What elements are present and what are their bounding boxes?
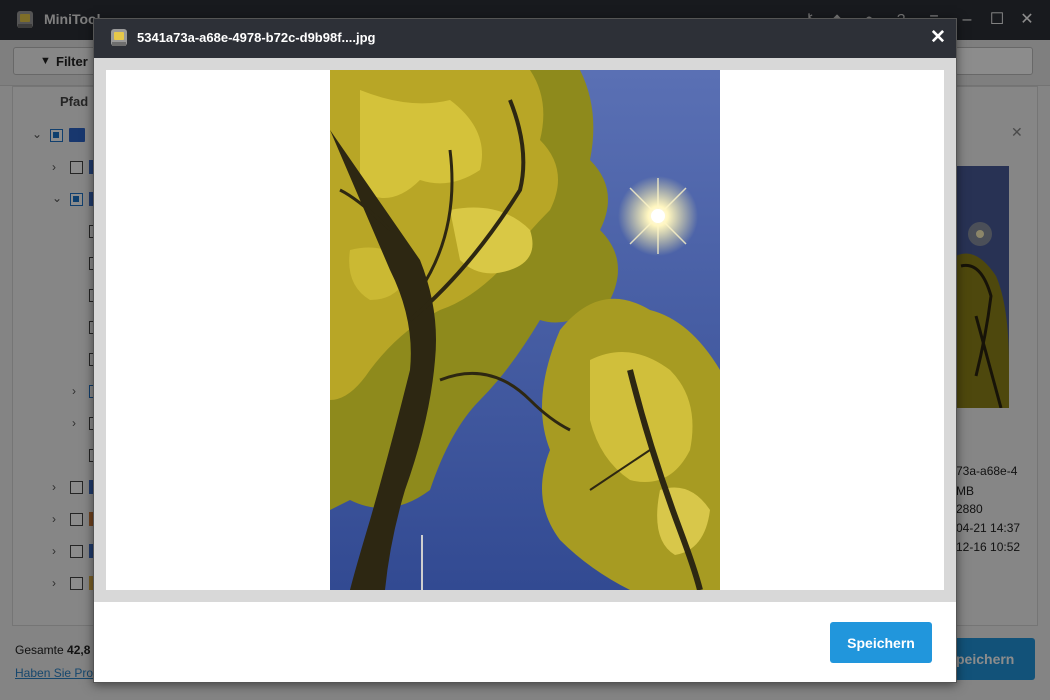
preview-image xyxy=(330,70,720,590)
dialog-title: 5341a73a-a68e-4978-b72c-d9b98f....jpg xyxy=(137,30,376,45)
preview-canvas xyxy=(106,70,944,590)
save-button[interactable]: Speichern xyxy=(830,622,932,663)
dialog-header: 5341a73a-a68e-4978-b72c-d9b98f....jpg ✕ xyxy=(94,19,956,58)
close-icon[interactable]: ✕ xyxy=(927,26,949,50)
app-logo-icon xyxy=(111,29,127,46)
image-preview-dialog: 5341a73a-a68e-4978-b72c-d9b98f....jpg ✕ xyxy=(93,18,957,683)
preview-area xyxy=(94,58,956,602)
